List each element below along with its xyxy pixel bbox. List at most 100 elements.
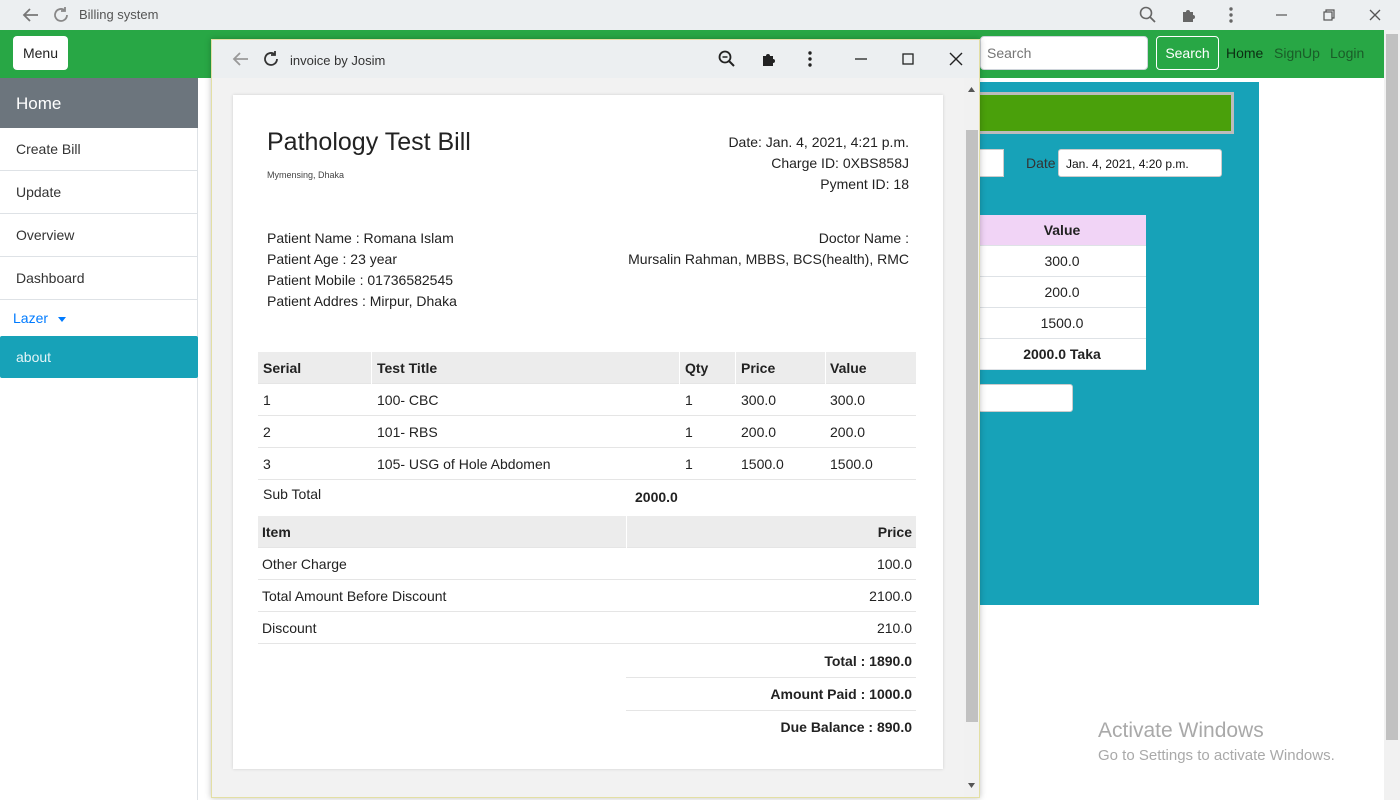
table-row: 1500.0 <box>978 308 1146 339</box>
popup-scrollbar[interactable] <box>964 78 979 797</box>
table-row: 2 101- RBS 1 200.0 200.0 <box>258 416 916 448</box>
due-balance-value: Due Balance : 890.0 <box>780 719 912 735</box>
patient-name: Patient Name : Romana Islam <box>267 230 454 246</box>
restore-icon[interactable] <box>1318 4 1340 26</box>
amount-paid-row: Amount Paid : 1000.0 <box>626 678 916 711</box>
scroll-thumb[interactable] <box>966 130 978 722</box>
back-arrow-icon[interactable] <box>230 48 252 70</box>
minimize-icon[interactable] <box>850 48 872 70</box>
more-menu-icon[interactable] <box>799 48 821 70</box>
value-table: Value 300.0 200.0 1500.0 2000.0 Taka <box>978 215 1146 370</box>
reload-icon[interactable] <box>50 4 72 26</box>
table-header-row: Serial Test Title Qty Price Value <box>258 352 916 384</box>
sidebar-dropdown-lazer[interactable]: Lazer <box>13 310 66 326</box>
invoice-date: Date: Jan. 4, 2021, 4:21 p.m. <box>728 134 909 150</box>
nav-link-home[interactable]: Home <box>1226 45 1263 61</box>
table-row: Discount 210.0 <box>258 612 916 644</box>
table-row: 300.0 <box>978 246 1146 277</box>
table-header: Value <box>978 215 1146 246</box>
zoom-icon[interactable] <box>716 48 738 70</box>
cell-price: 1500.0 <box>741 456 784 472</box>
cell-test-title: 100- CBC <box>377 392 439 408</box>
col-header-serial: Serial <box>263 360 302 376</box>
cell-qty: 1 <box>685 392 693 408</box>
maximize-icon[interactable] <box>897 48 919 70</box>
cell-qty: 1 <box>685 424 693 440</box>
sidebar-item-dashboard[interactable]: Dashboard <box>0 257 198 300</box>
search-button[interactable]: Search <box>1156 36 1219 70</box>
cell-qty: 1 <box>685 456 693 472</box>
col-header-test-title: Test Title <box>377 360 438 376</box>
cell-serial: 3 <box>263 456 271 472</box>
sidebar-item-home[interactable]: Home <box>0 78 198 128</box>
table-total: 2000.0 Taka <box>978 339 1146 370</box>
cell-price: 2100.0 <box>869 588 912 604</box>
invoice-sheet: Pathology Test Bill Mymensing, Dhaka Dat… <box>233 95 943 769</box>
cell-test-title: 105- USG of Hole Abdomen <box>377 456 551 472</box>
table-row: 200.0 <box>978 277 1146 308</box>
invoice-location: Mymensing, Dhaka <box>267 170 345 180</box>
scroll-up-icon[interactable] <box>967 85 976 94</box>
due-balance-row: Due Balance : 890.0 <box>626 711 916 744</box>
extensions-icon[interactable] <box>1178 4 1200 26</box>
more-menu-icon[interactable] <box>1220 4 1242 26</box>
caret-down-icon <box>57 316 66 322</box>
col-header-price: Price <box>877 524 912 540</box>
scroll-down-icon[interactable] <box>967 781 976 790</box>
table-row: 1 100- CBC 1 300.0 300.0 <box>258 384 916 416</box>
col-header-item: Item <box>262 524 291 540</box>
close-icon[interactable] <box>945 48 967 70</box>
close-icon[interactable] <box>1364 4 1386 26</box>
activate-windows-title: Activate Windows <box>1098 719 1264 742</box>
cell-item: Total Amount Before Discount <box>262 588 447 604</box>
search-input[interactable] <box>980 36 1148 70</box>
sidebar-item-create-bill[interactable]: Create Bill <box>0 128 198 171</box>
reload-icon[interactable] <box>260 48 282 70</box>
sidebar-item-overview[interactable]: Overview <box>0 214 198 257</box>
charges-table: Item Price Other Charge 100.0 Total Amou… <box>258 513 916 753</box>
subtotal-value: 2000.0 <box>635 489 678 505</box>
form-text-input[interactable] <box>978 149 1004 177</box>
popup-content: Pathology Test Bill Mymensing, Dhaka Dat… <box>212 78 964 797</box>
patient-mobile: Patient Mobile : 01736582545 <box>267 272 454 288</box>
cell-price: 300.0 <box>741 392 777 408</box>
sidebar: Home Create Bill Update Overview Dashboa… <box>0 78 198 800</box>
zoom-icon[interactable] <box>1137 4 1159 26</box>
date-label: Date <box>1026 155 1056 171</box>
cell-value: 1500.0 <box>830 456 873 472</box>
invoice-title: Pathology Test Bill <box>267 128 471 156</box>
tests-table: Serial Test Title Qty Price Value 1 100-… <box>258 352 916 512</box>
dropdown-label: Lazer <box>13 310 49 326</box>
back-arrow-icon[interactable] <box>20 4 42 26</box>
cell-serial: 2 <box>263 424 271 440</box>
nav-link-signup[interactable]: SignUp <box>1274 45 1320 61</box>
menu-button[interactable]: Menu <box>13 36 68 70</box>
cell-item: Discount <box>262 620 317 636</box>
cell-price: 100.0 <box>876 556 912 572</box>
cell-value: 200.0 <box>830 424 866 440</box>
minimize-icon[interactable] <box>1270 4 1292 26</box>
subtotal-row: Sub Total 2000.0 <box>258 480 916 512</box>
page-scrollbar[interactable] <box>1384 30 1400 800</box>
sidebar-item-update[interactable]: Update <box>0 171 198 214</box>
cell-value: 300.0 <box>830 392 866 408</box>
table-header-row: Item Price <box>258 516 916 548</box>
date-input[interactable]: Jan. 4, 2021, 4:20 p.m. <box>1058 149 1222 177</box>
col-header-price: Price <box>741 360 776 376</box>
doctor-label: Doctor Name : <box>818 230 909 246</box>
browser-titlebar: Billing system <box>0 0 1400 30</box>
sidebar-item-about[interactable]: about <box>0 336 198 378</box>
popup-title: invoice by Josim <box>290 53 386 68</box>
activate-windows-subtitle: Go to Settings to activate Windows. <box>1098 747 1335 764</box>
extensions-icon[interactable] <box>758 48 780 70</box>
table-row: Total Amount Before Discount 2100.0 <box>258 580 916 612</box>
amount-paid-value: Amount Paid : 1000.0 <box>770 686 912 702</box>
col-header-value: Value <box>830 360 867 376</box>
form-input-2[interactable] <box>978 384 1073 412</box>
cell-serial: 1 <box>263 392 271 408</box>
nav-link-login[interactable]: Login <box>1330 45 1364 61</box>
patient-age: Patient Age : 23 year <box>267 251 397 267</box>
patient-address: Patient Addres : Mirpur, Dhaka <box>267 293 457 309</box>
popup-titlebar: invoice by Josim <box>212 40 979 78</box>
total-row: Total : 1890.0 <box>626 645 916 678</box>
